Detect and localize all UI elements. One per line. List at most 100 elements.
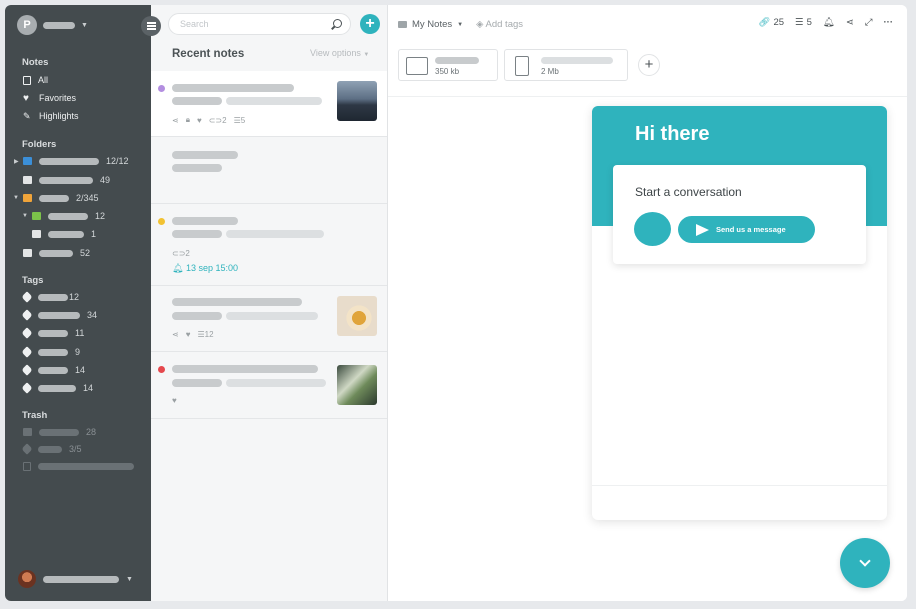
breadcrumb-folder[interactable]: My Notes	[412, 19, 452, 30]
trash-item[interactable]: 3/5	[21, 442, 82, 456]
view-options-label: View options	[310, 48, 361, 58]
tag-icon	[21, 443, 33, 455]
user-name	[43, 575, 119, 583]
chevron-down-icon: ▼	[81, 21, 88, 29]
attachment-size: 350 kb	[435, 67, 460, 76]
list-item[interactable]: ⊂⊃2 🔔︎ 13 sep 15:00	[151, 204, 387, 286]
folder-icon	[23, 157, 32, 165]
note-thumbnail	[337, 296, 377, 336]
add-note-button[interactable]: +	[360, 14, 380, 34]
share-icon[interactable]: ⋖	[846, 17, 854, 28]
bell-icon[interactable]: 🔔︎	[823, 17, 835, 28]
expand-icon[interactable]: ⤢	[865, 17, 873, 28]
tag-item[interactable]: 11	[21, 326, 84, 340]
trash-item[interactable]	[23, 459, 134, 473]
folder-item[interactable]: 1	[32, 227, 96, 241]
view-options-dropdown[interactable]: View options ▼	[310, 48, 369, 58]
lock-icon: 🔒︎	[185, 115, 190, 124]
attachment-video[interactable]: 350 kb	[398, 49, 498, 81]
sidebar-item-all[interactable]: All	[23, 73, 48, 87]
attachments-bar: 350 kb 2 Mb +	[398, 49, 660, 81]
note-title	[172, 365, 318, 373]
trash-item[interactable]: 28	[23, 425, 96, 439]
tag-name	[38, 348, 68, 356]
note-snippet	[226, 379, 326, 387]
heart-icon: ♥	[23, 92, 29, 104]
tag-name	[38, 293, 68, 301]
expand-arrow-icon[interactable]: ▶	[14, 158, 19, 165]
conversation-card: Start a conversation Send us a message	[613, 165, 866, 264]
search-input[interactable]: Search	[168, 13, 351, 35]
send-message-button[interactable]: Send us a message	[678, 216, 815, 243]
folder-item[interactable]: 12	[32, 209, 105, 223]
trash-header: Trash	[22, 410, 48, 421]
account-name	[43, 21, 75, 29]
folder-count: 49	[100, 175, 111, 185]
tag-icon	[21, 382, 33, 394]
trash-count: 28	[86, 427, 97, 437]
tasks-icon: ☰12	[197, 330, 214, 339]
tag-count: 14	[83, 383, 94, 393]
tag-count: 14	[75, 365, 86, 375]
chat-toggle-button[interactable]	[840, 538, 890, 588]
account-switcher[interactable]: P ▼	[17, 15, 88, 35]
user-avatar	[18, 570, 36, 588]
user-menu[interactable]: ▼	[18, 570, 133, 588]
more-icon[interactable]: ···	[884, 17, 894, 28]
agent-avatar	[634, 212, 671, 246]
collapse-arrow-icon[interactable]: ▼	[13, 195, 19, 201]
list-item[interactable]: ♥	[151, 352, 387, 419]
tasks-icon: ☰5	[233, 115, 246, 125]
tag-icon	[21, 327, 33, 339]
archive-file-icon	[515, 56, 529, 76]
add-attachment-button[interactable]: +	[638, 54, 660, 76]
tag-item[interactable]: 14	[21, 381, 94, 395]
tag-count: 34	[87, 310, 98, 320]
share-icon: ⋖	[172, 330, 179, 339]
video-file-icon	[406, 57, 428, 75]
note-snippet	[226, 312, 318, 320]
chevron-down-icon[interactable]: ▼	[457, 22, 463, 28]
chevron-down-icon: ▼	[363, 52, 370, 58]
chat-greeting: Hi there	[635, 123, 710, 145]
folders-header: Folders	[22, 139, 57, 150]
sidebar-item-favorites[interactable]: ♥ Favorites	[23, 91, 76, 105]
attachment-archive[interactable]: 2 Mb	[504, 49, 628, 81]
link-icon: ⊂⊃2	[172, 249, 190, 258]
folder-count: 12/12	[106, 156, 129, 166]
send-icon	[696, 223, 709, 236]
reminder: 🔔︎ 13 sep 15:00	[172, 263, 238, 274]
collapse-arrow-icon[interactable]: ▼	[22, 213, 28, 219]
folder-item[interactable]: 12/12	[23, 154, 129, 168]
shared-folder-item[interactable]: 52	[23, 246, 90, 260]
tag-icon: ◈	[476, 19, 484, 30]
tag-item[interactable]: 9	[21, 345, 80, 359]
breadcrumb: My Notes ▼ ◈ Add tags	[398, 19, 523, 30]
tag-item[interactable]: 14	[21, 363, 86, 377]
folder-item[interactable]: 49	[23, 173, 110, 187]
note-icon	[23, 461, 31, 471]
note-snippet	[172, 164, 222, 172]
list-item[interactable]: ⋖ ♥ ☰12	[151, 286, 387, 352]
links-button[interactable]: 🔗︎ 25	[758, 17, 784, 28]
folder-item[interactable]: 2/345	[23, 191, 99, 205]
note-title	[172, 217, 238, 225]
note-thumbnail	[337, 365, 377, 405]
note-title	[172, 298, 302, 306]
tag-item[interactable]: 12	[21, 290, 79, 304]
card-title: Start a conversation	[635, 185, 742, 199]
list-item[interactable]	[151, 137, 387, 204]
note-snippet	[172, 379, 222, 387]
tags-header: Tags	[22, 275, 44, 286]
tag-item[interactable]: 34	[21, 308, 98, 322]
menu-toggle-button[interactable]	[141, 16, 161, 36]
folder-icon	[32, 212, 41, 220]
search-icon[interactable]	[333, 19, 342, 28]
sidebar-item-label: Highlights	[39, 111, 79, 121]
sidebar-item-highlights[interactable]: ✎ Highlights	[23, 109, 79, 123]
list-item[interactable]: ⋖ 🔒︎ ♥ ⊂⊃2 ☰5	[151, 71, 387, 137]
tag-name	[38, 329, 68, 337]
chevron-down-icon	[859, 555, 871, 567]
add-tags-button[interactable]: ◈ Add tags	[476, 19, 523, 30]
tasks-button[interactable]: ☰ 5	[795, 17, 812, 28]
